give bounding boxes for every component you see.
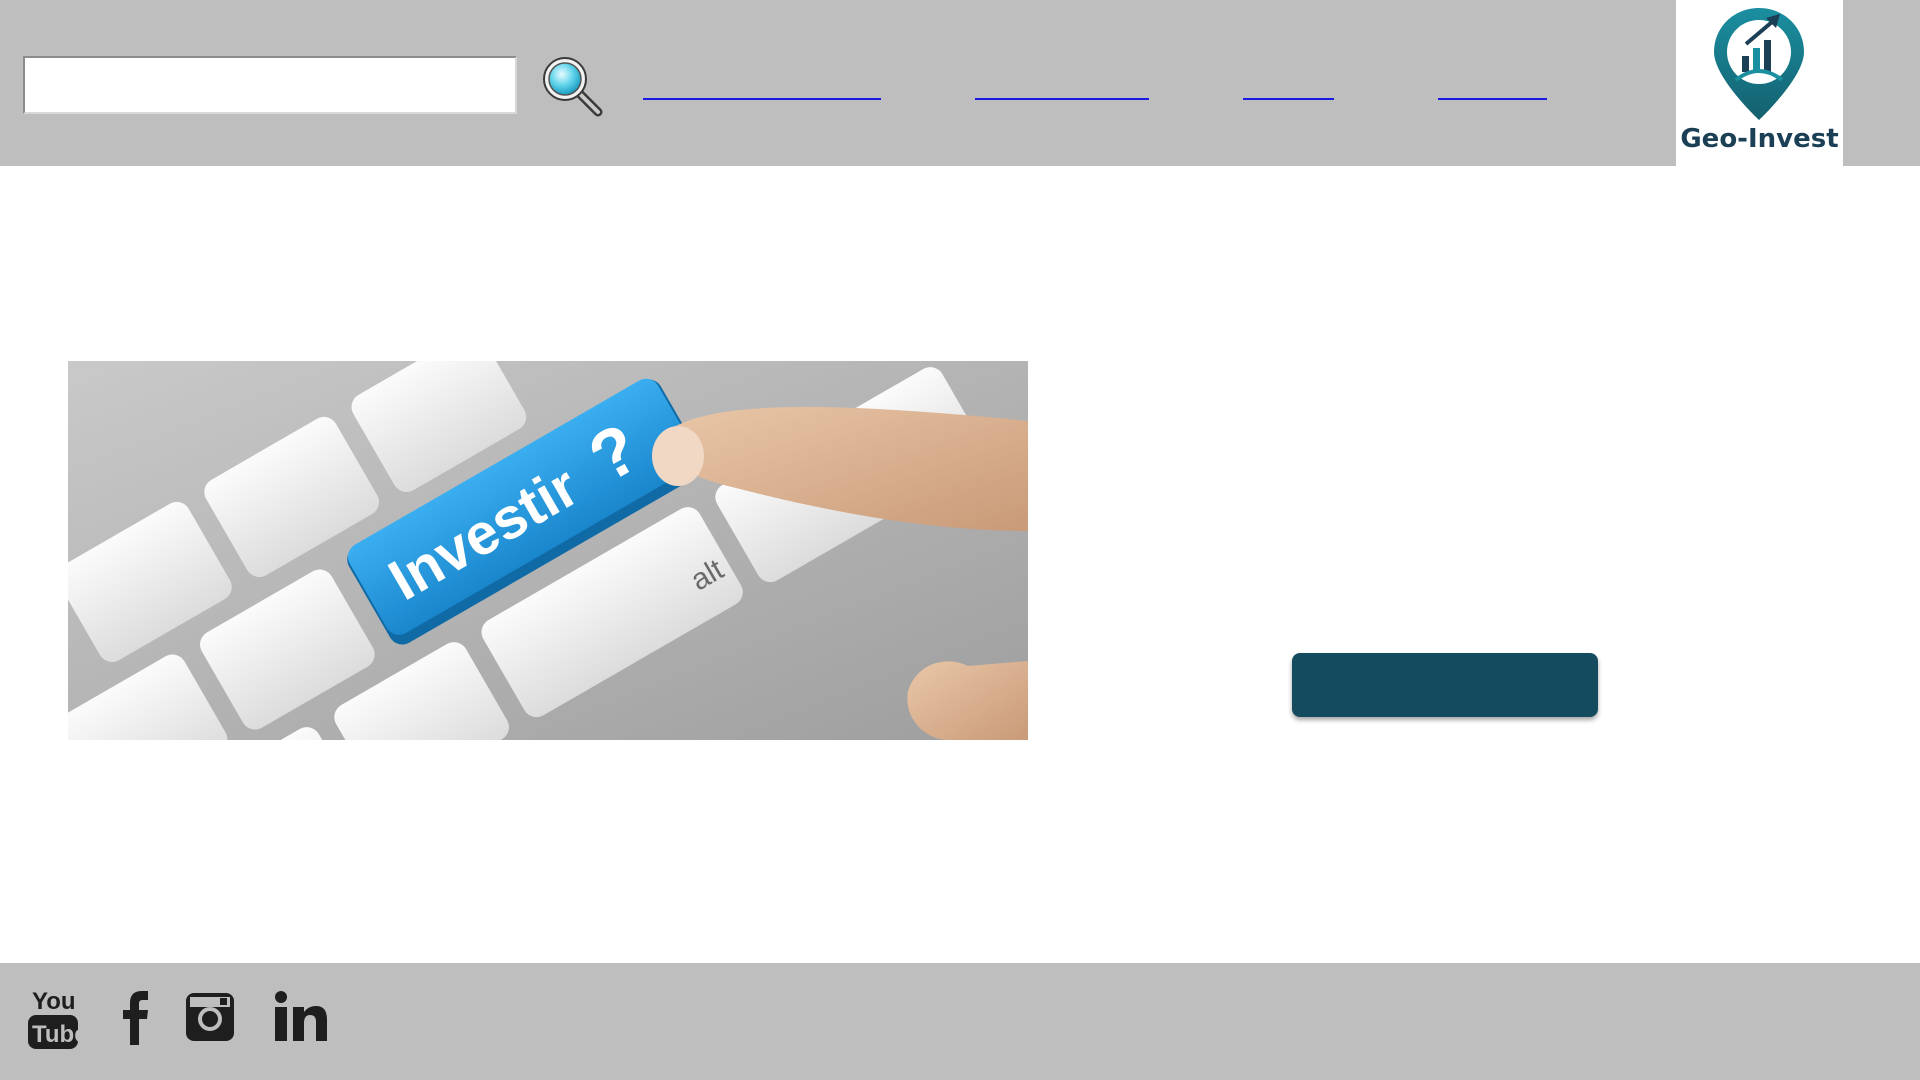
search-input[interactable] [23, 56, 517, 114]
hero-image: Investir ? ctrl alt [68, 361, 1028, 740]
nav-link-4[interactable] [1438, 98, 1547, 100]
youtube-icon: You Tube [28, 988, 88, 1049]
search-button[interactable] [540, 54, 604, 118]
cta-button[interactable] [1292, 653, 1598, 717]
footer-bar: You Tube [0, 963, 1920, 1080]
nav-link-1[interactable] [643, 98, 881, 100]
linkedin-icon [275, 991, 327, 1041]
svg-text:Tube: Tube [32, 1021, 82, 1048]
svg-text:You: You [32, 988, 76, 1015]
facebook-link[interactable] [120, 983, 150, 1047]
location-pin-chart-icon [1714, 8, 1804, 120]
header-bar: Geo-Invest [0, 0, 1920, 166]
facebook-icon [123, 991, 148, 1045]
magnifier-icon [543, 57, 603, 117]
geo-invest-logo[interactable]: Geo-Invest [1676, 0, 1843, 166]
nav-link-2[interactable] [975, 98, 1149, 100]
nav-link-3[interactable] [1243, 98, 1334, 100]
youtube-link[interactable]: You Tube [26, 983, 88, 1049]
logo-text: Geo-Invest [1680, 124, 1839, 154]
instagram-link[interactable] [184, 983, 236, 1047]
linkedin-link[interactable] [272, 983, 328, 1047]
instagram-icon [186, 993, 234, 1041]
